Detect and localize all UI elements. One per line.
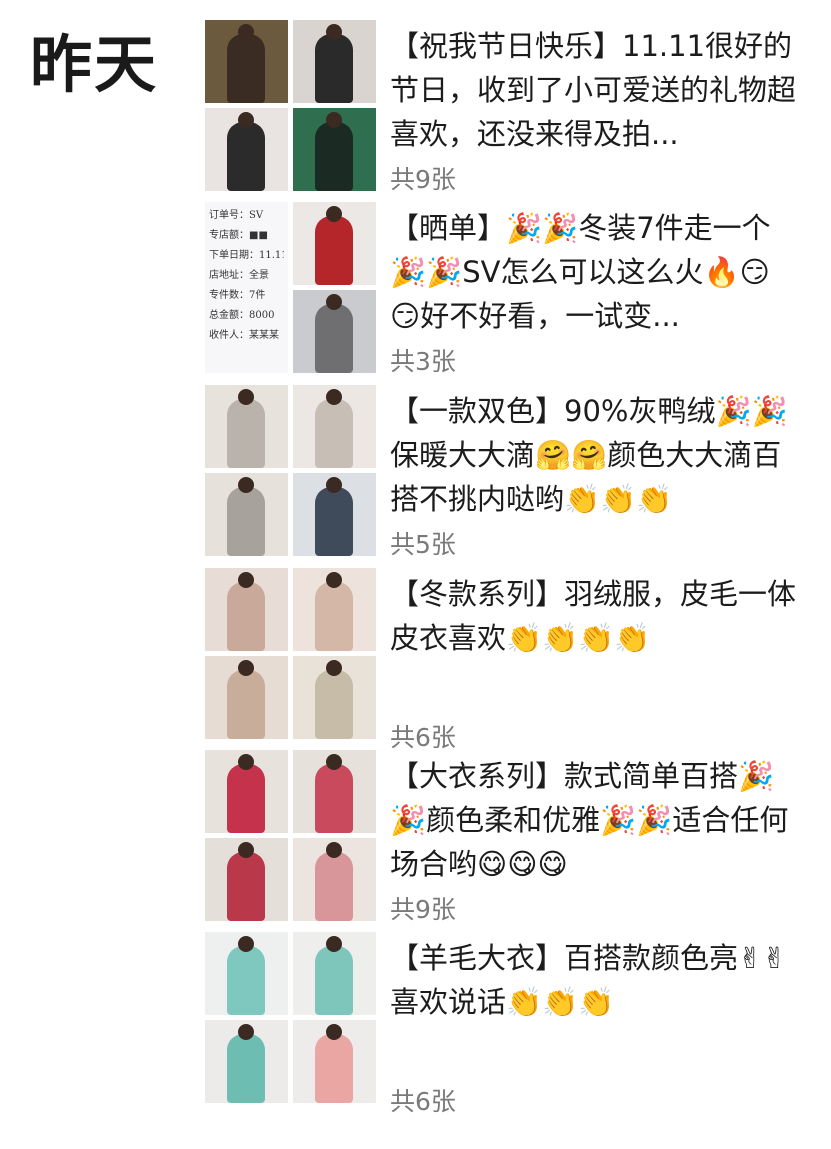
photo-subject <box>227 1034 265 1103</box>
post-caption: 【冬款系列】羽绒服，皮毛一体皮衣喜欢👏👏👏👏 <box>390 577 797 655</box>
photo-thumbnail[interactable] <box>205 656 288 739</box>
photo-grid <box>205 932 377 1104</box>
photo-subject-head <box>238 572 254 588</box>
photo-thumbnail[interactable] <box>293 750 376 833</box>
photo-subject-head <box>326 936 342 952</box>
photo-count: 共9张 <box>390 895 456 924</box>
photo-thumbnail[interactable] <box>293 932 376 1015</box>
photo-count: 共6张 <box>390 1087 456 1116</box>
photo-subject <box>227 399 265 468</box>
photo-subject <box>315 670 353 739</box>
photo-subject-head <box>326 477 342 493</box>
date-label: 昨天 <box>30 28 159 101</box>
photo-subject <box>315 764 353 833</box>
photo-subject <box>315 852 353 921</box>
photo-grid <box>205 385 377 557</box>
photo-thumbnail[interactable] <box>205 750 288 833</box>
photo-thumbnail[interactable] <box>293 20 376 103</box>
photo-subject <box>227 852 265 921</box>
receipt-line: 收件人：某某某 <box>209 330 279 341</box>
photo-subject <box>315 582 353 651</box>
photo-thumbnail[interactable] <box>293 568 376 651</box>
photo-subject-head <box>326 754 342 770</box>
photo-count: 共9张 <box>390 165 456 194</box>
photo-grid <box>205 568 377 740</box>
post-caption: 【大衣系列】款式简单百搭🎉🎉颜色柔和优雅🎉🎉适合任何场合哟😋😋😋 <box>390 759 789 881</box>
photo-subject <box>315 487 353 556</box>
photo-subject-head <box>238 389 254 405</box>
photo-thumbnail[interactable] <box>293 385 376 468</box>
photo-subject <box>227 487 265 556</box>
photo-subject-head <box>326 842 342 858</box>
photo-count: 共6张 <box>390 723 456 752</box>
photo-subject-head <box>326 112 342 128</box>
photo-count: 共5张 <box>390 530 456 559</box>
photo-thumbnail[interactable] <box>205 568 288 651</box>
receipt-line: 专件数：7件 <box>209 290 266 301</box>
photo-thumbnail[interactable] <box>205 385 288 468</box>
photo-subject-head <box>238 477 254 493</box>
photo-thumbnail[interactable] <box>293 202 376 285</box>
photo-subject-head <box>238 660 254 676</box>
photo-subject-head <box>238 842 254 858</box>
photo-subject-head <box>238 24 254 40</box>
photo-subject-head <box>326 24 342 40</box>
receipt-line: 订单号：SV <box>209 210 264 221</box>
photo-thumbnail[interactable] <box>205 473 288 556</box>
photo-thumbnail[interactable] <box>205 932 288 1015</box>
photo-thumbnail[interactable] <box>293 108 376 191</box>
photo-subject <box>315 34 353 103</box>
photo-subject <box>227 764 265 833</box>
photo-thumbnail[interactable] <box>205 838 288 921</box>
photo-thumbnail[interactable] <box>293 838 376 921</box>
photo-subject <box>315 1034 353 1103</box>
post-caption: 【晒单】🎉🎉冬装7件走一个🎉🎉SV怎么可以这么火🔥😏😏好不好看，一试变... <box>390 211 771 333</box>
photo-subject-head <box>326 389 342 405</box>
post-caption: 【一款双色】90%灰鸭绒🎉🎉保暖大大滴🤗🤗颜色大大滴百搭不挑内哒哟👏👏👏 <box>390 394 788 516</box>
photo-thumbnail[interactable] <box>205 20 288 103</box>
photo-thumbnail[interactable] <box>205 108 288 191</box>
photo-thumbnail[interactable] <box>293 656 376 739</box>
photo-grid <box>205 750 377 922</box>
photo-subject-head <box>326 660 342 676</box>
photo-subject-head <box>326 572 342 588</box>
photo-subject-head <box>238 754 254 770</box>
photo-subject-head <box>326 206 342 222</box>
photo-subject <box>227 582 265 651</box>
photo-thumbnail[interactable] <box>293 290 376 373</box>
photo-subject-head <box>238 1024 254 1040</box>
photo-subject <box>315 216 353 285</box>
photo-subject <box>315 304 353 373</box>
post-caption: 【祝我节日快乐】11.11很好的节日，收到了小可爱送的礼物超喜欢，还没来得及拍.… <box>390 29 797 151</box>
photo-subject-head <box>326 1024 342 1040</box>
photo-count: 共3张 <box>390 347 456 376</box>
photo-subject <box>315 399 353 468</box>
photo-thumbnail[interactable] <box>293 473 376 556</box>
photo-subject-head <box>238 112 254 128</box>
photo-subject <box>227 34 265 103</box>
photo-subject <box>315 122 353 191</box>
receipt-line: 下单日期：11.11 <box>209 250 284 261</box>
photo-subject-head <box>326 294 342 310</box>
receipt-line: 总金额：8000 <box>209 310 275 321</box>
receipt-line: 专店额：■■ <box>209 230 268 241</box>
photo-thumbnail[interactable]: 订单号：SV 专店额：■■ 下单日期：11.11 店地址：全景 专件数：7件 总金额：80… <box>205 202 288 368</box>
photo-subject <box>315 946 353 1015</box>
photo-thumbnail[interactable] <box>293 1020 376 1103</box>
post-caption: 【羊毛大衣】百搭款颜色亮✌✌喜欢说话👏👏👏 <box>390 941 787 1019</box>
photo-subject <box>227 946 265 1015</box>
photo-thumbnail[interactable] <box>205 1020 288 1103</box>
photo-grid: 订单号：SV 专店额：■■ 下单日期：11.11 店地址：全景 专件数：7件 总金额：80… <box>205 202 377 374</box>
photo-grid <box>205 20 377 192</box>
receipt-line: 店地址：全景 <box>209 270 269 281</box>
photo-subject <box>227 122 265 191</box>
photo-subject-head <box>238 936 254 952</box>
photo-subject <box>227 670 265 739</box>
